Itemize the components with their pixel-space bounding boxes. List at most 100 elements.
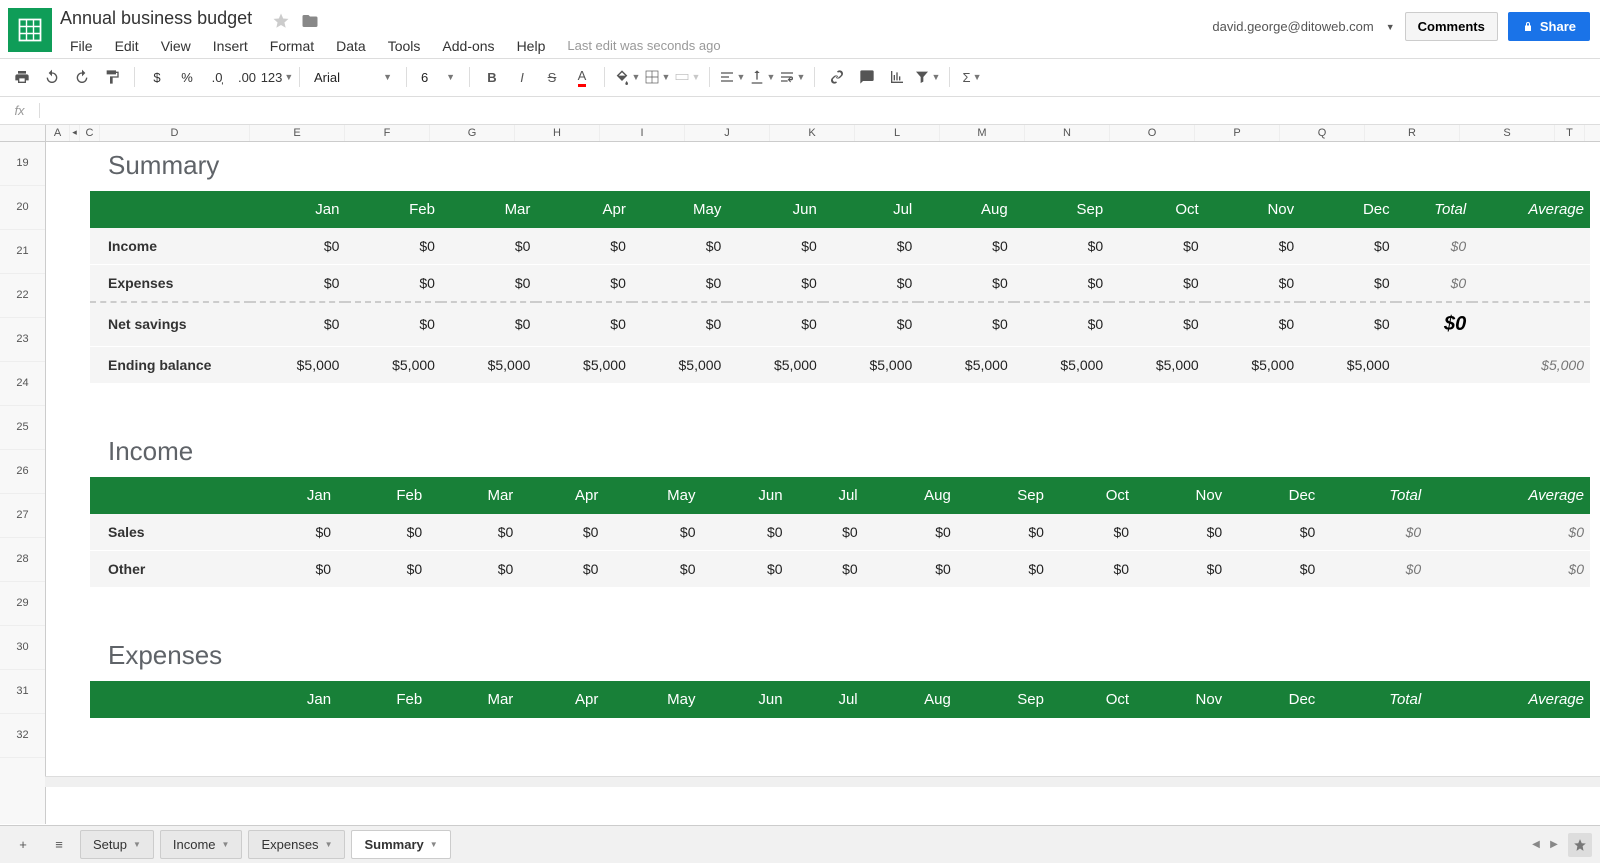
print-icon[interactable] [8, 63, 36, 91]
row-header-31[interactable]: 31 [0, 670, 45, 714]
decrease-decimal-icon[interactable]: .0̩ [203, 63, 231, 91]
cell-average[interactable] [1472, 302, 1590, 347]
currency-icon[interactable]: $ [143, 63, 171, 91]
row-label[interactable]: Income [90, 228, 250, 265]
column-header-I[interactable]: I [600, 125, 685, 141]
cell[interactable]: $5,000 [345, 346, 440, 383]
cell[interactable]: $0 [536, 264, 631, 302]
row-header-19[interactable]: 19 [0, 142, 45, 186]
cell[interactable]: $0 [1109, 302, 1204, 347]
cell[interactable]: $0 [1050, 550, 1135, 587]
column-header-T[interactable]: T [1555, 125, 1585, 141]
column-header-G[interactable]: G [430, 125, 515, 141]
cell[interactable]: $5,000 [1205, 346, 1300, 383]
font-size-select[interactable]: 6▼ [415, 70, 461, 85]
menu-file[interactable]: File [60, 34, 103, 58]
undo-icon[interactable] [38, 63, 66, 91]
column-header-C[interactable]: C [80, 125, 100, 141]
cell[interactable]: $0 [1228, 550, 1321, 587]
cell[interactable]: $0 [250, 514, 337, 551]
cell[interactable]: $0 [727, 302, 822, 347]
row-header-32[interactable]: 32 [0, 714, 45, 758]
cell[interactable]: $0 [345, 228, 440, 265]
merge-cells-icon[interactable]: ▼ [673, 63, 701, 91]
text-color-icon[interactable]: A [568, 63, 596, 91]
cell[interactable]: $0 [957, 550, 1050, 587]
column-header-R[interactable]: R [1365, 125, 1460, 141]
column-header-E[interactable]: E [250, 125, 345, 141]
menu-edit[interactable]: Edit [105, 34, 149, 58]
row-header-24[interactable]: 24 [0, 362, 45, 406]
insert-chart-icon[interactable] [883, 63, 911, 91]
cell-total[interactable]: $0 [1321, 550, 1427, 587]
cell-total[interactable]: $0 [1396, 264, 1473, 302]
document-title[interactable]: Annual business budget [60, 8, 252, 29]
column-header-S[interactable]: S [1460, 125, 1555, 141]
row-header-27[interactable]: 27 [0, 494, 45, 538]
text-wrap-icon[interactable]: ▼ [778, 63, 806, 91]
cell[interactable]: $0 [604, 514, 701, 551]
cell[interactable]: $0 [632, 264, 727, 302]
cell[interactable]: $0 [1300, 228, 1395, 265]
share-button[interactable]: Share [1508, 12, 1590, 41]
cell[interactable]: $0 [727, 228, 822, 265]
horizontal-scrollbar[interactable] [45, 776, 1600, 787]
paint-format-icon[interactable] [98, 63, 126, 91]
tab-scroll-right-icon[interactable]: ▶ [1546, 837, 1562, 853]
cell[interactable]: $0 [632, 228, 727, 265]
cell[interactable]: $0 [536, 228, 631, 265]
cell[interactable]: $0 [823, 302, 918, 347]
cell[interactable]: $0 [702, 514, 789, 551]
cell[interactable]: $0 [823, 228, 918, 265]
fill-color-icon[interactable]: ▼ [613, 63, 641, 91]
cell[interactable]: $0 [789, 550, 864, 587]
cell[interactable]: $5,000 [250, 346, 345, 383]
cell[interactable]: $5,000 [727, 346, 822, 383]
cell[interactable]: $0 [519, 550, 604, 587]
cell[interactable]: $0 [337, 550, 428, 587]
cell[interactable]: $0 [1300, 264, 1395, 302]
cell[interactable]: $0 [345, 264, 440, 302]
cell[interactable]: $0 [918, 228, 1013, 265]
cell[interactable]: $0 [441, 302, 536, 347]
cell[interactable]: $0 [441, 228, 536, 265]
cell[interactable]: $0 [337, 514, 428, 551]
cell[interactable]: $0 [864, 550, 957, 587]
column-header-F[interactable]: F [345, 125, 430, 141]
cell[interactable]: $0 [1205, 302, 1300, 347]
cell-total[interactable] [1396, 346, 1473, 383]
cell[interactable]: $0 [632, 302, 727, 347]
sheets-logo[interactable] [8, 8, 52, 52]
row-header-29[interactable]: 29 [0, 582, 45, 626]
cell[interactable]: $0 [428, 514, 519, 551]
column-header-Q[interactable]: Q [1280, 125, 1365, 141]
row-header-22[interactable]: 22 [0, 274, 45, 318]
menu-data[interactable]: Data [326, 34, 376, 58]
sheet-tab-income[interactable]: Income▼ [160, 830, 243, 859]
sheet-tab-expenses[interactable]: Expenses▼ [248, 830, 345, 859]
strikethrough-icon[interactable]: S [538, 63, 566, 91]
cell[interactable]: $0 [519, 514, 604, 551]
functions-icon[interactable]: Σ▼ [958, 63, 986, 91]
cell[interactable]: $5,000 [1109, 346, 1204, 383]
user-dropdown-icon[interactable]: ▼ [1386, 22, 1395, 32]
row-header-30[interactable]: 30 [0, 626, 45, 670]
row-header-28[interactable]: 28 [0, 538, 45, 582]
font-select[interactable]: Arial▼ [308, 70, 398, 85]
cell[interactable]: $0 [918, 264, 1013, 302]
row-label[interactable]: Ending balance [90, 346, 250, 383]
cell[interactable]: $0 [1109, 228, 1204, 265]
menu-view[interactable]: View [151, 34, 201, 58]
all-sheets-button[interactable]: ≡ [44, 830, 74, 860]
cell[interactable]: $0 [250, 302, 345, 347]
filter-icon[interactable]: ▼ [913, 63, 941, 91]
bold-icon[interactable]: B [478, 63, 506, 91]
more-formats-button[interactable]: 123▼ [263, 63, 291, 91]
cell[interactable]: $0 [702, 550, 789, 587]
cell-average[interactable]: $0 [1427, 514, 1590, 551]
cell[interactable]: $5,000 [536, 346, 631, 383]
column-header-H[interactable]: H [515, 125, 600, 141]
tab-dropdown-icon[interactable]: ▼ [133, 840, 141, 849]
cell[interactable]: $0 [428, 550, 519, 587]
tab-dropdown-icon[interactable]: ▼ [325, 840, 333, 849]
